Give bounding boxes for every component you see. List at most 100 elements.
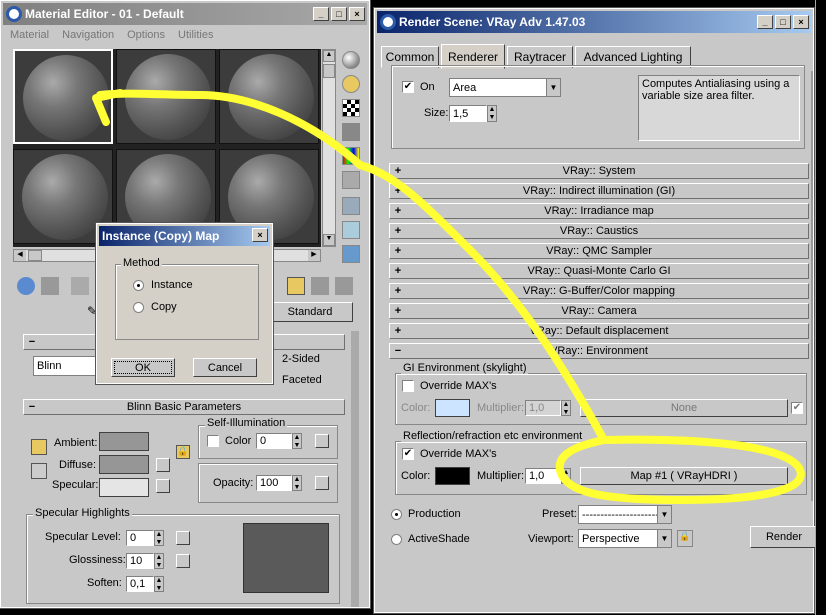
- material-type-button[interactable]: Standard: [267, 302, 353, 322]
- refl-override-checkbox[interactable]: ✔: [402, 448, 414, 460]
- put-to-scene-icon[interactable]: [41, 277, 59, 295]
- scroll-left-icon[interactable]: ◀: [14, 250, 26, 261]
- slots-vscroll[interactable]: ▲ ▼: [322, 49, 336, 247]
- refl-map-button[interactable]: Map #1 ( VRayHDRI ): [580, 467, 788, 485]
- ambient-swatch[interactable]: [99, 432, 149, 451]
- maximize-icon[interactable]: □: [775, 15, 791, 29]
- viewport-dropdown[interactable]: Perspective ▼: [578, 529, 672, 548]
- glossiness-map-button[interactable]: [176, 554, 190, 568]
- soften-spinner[interactable]: ▲ ▼: [154, 576, 164, 592]
- opacity-spinner[interactable]: ▲ ▼: [292, 475, 302, 491]
- backlight-icon[interactable]: [342, 75, 360, 93]
- aa-filter-dropdown[interactable]: Area ▼: [449, 78, 561, 97]
- material-editor-titlebar[interactable]: Material Editor - 01 - Default _ □ ×: [3, 3, 367, 25]
- aa-size-field[interactable]: 1,5: [449, 105, 487, 122]
- self-illum-color-checkbox[interactable]: [207, 435, 219, 447]
- glossiness-spinner[interactable]: ▲ ▼: [154, 553, 164, 569]
- shader-dropdown[interactable]: Blinn: [33, 356, 103, 376]
- rollout-6[interactable]: + VRay:: Quasi-Monte Carlo GI: [389, 263, 809, 279]
- glossiness-field[interactable]: 10: [126, 553, 154, 569]
- make-preview-icon[interactable]: [342, 171, 360, 189]
- assign-to-selection-icon[interactable]: [71, 277, 89, 295]
- lock-icon[interactable]: 🔒: [176, 445, 190, 459]
- lock-viewport-icon[interactable]: 🔒: [677, 530, 693, 547]
- refl-multiplier-field[interactable]: 1,0: [525, 468, 561, 484]
- diffuse-map-button[interactable]: [156, 458, 170, 472]
- render-titlebar[interactable]: Render Scene: VRay Adv 1.47.03 _ □ ×: [377, 11, 811, 33]
- rollout-4[interactable]: + VRay:: Caustics: [389, 223, 809, 239]
- production-radio[interactable]: [391, 509, 402, 520]
- cancel-button[interactable]: Cancel: [193, 358, 257, 377]
- preset-dropdown[interactable]: ---------------------- ▼: [578, 505, 672, 524]
- refl-color-swatch[interactable]: [435, 467, 470, 485]
- blinn-basic-rollout[interactable]: − Blinn Basic Parameters: [23, 399, 345, 415]
- environment-rollout[interactable]: − VRay:: Environment: [389, 343, 809, 359]
- spec-level-spinner[interactable]: ▲ ▼: [154, 530, 164, 546]
- maximize-icon[interactable]: □: [331, 7, 347, 21]
- copy-radio[interactable]: [133, 302, 144, 313]
- spec-level-map-button[interactable]: [176, 531, 190, 545]
- close-icon[interactable]: ×: [793, 15, 809, 29]
- specular-map-button[interactable]: [156, 479, 170, 493]
- gi-map-checkbox[interactable]: ✔: [791, 402, 803, 414]
- self-illum-map-button[interactable]: [315, 434, 329, 448]
- sample-slot-1[interactable]: [13, 49, 113, 144]
- rollout-8[interactable]: + VRay:: Camera: [389, 303, 809, 319]
- rollout-scrollbar[interactable]: [811, 71, 813, 501]
- opacity-field[interactable]: 100: [256, 475, 292, 491]
- menu-options[interactable]: Options: [127, 29, 165, 41]
- show-end-result-icon[interactable]: [287, 277, 305, 295]
- diffuse-swatch[interactable]: [99, 455, 149, 474]
- gi-multiplier-field[interactable]: 1,0: [525, 400, 561, 416]
- gi-map-button[interactable]: None: [580, 399, 788, 417]
- gi-multiplier-spinner[interactable]: ▲ ▼: [561, 400, 571, 416]
- close-icon[interactable]: ×: [349, 7, 365, 21]
- rollout-7[interactable]: + VRay:: G-Buffer/Color mapping: [389, 283, 809, 299]
- gi-color-swatch[interactable]: [435, 399, 470, 417]
- specular-swatch[interactable]: [99, 478, 149, 497]
- minimize-icon[interactable]: _: [757, 15, 773, 29]
- activeshade-radio[interactable]: [391, 534, 402, 545]
- refl-multiplier-spinner[interactable]: ▲ ▼: [561, 468, 571, 484]
- rollout-2[interactable]: + VRay:: Indirect illumination (GI): [389, 183, 809, 199]
- uv-tiling-icon[interactable]: [342, 123, 360, 141]
- video-color-check-icon[interactable]: [342, 147, 360, 165]
- options-icon[interactable]: [342, 197, 360, 215]
- sample-slot-3[interactable]: [219, 49, 319, 144]
- go-to-parent-icon[interactable]: [311, 277, 329, 295]
- menu-material[interactable]: Material: [10, 29, 49, 41]
- rollout-scrollbar[interactable]: [351, 331, 359, 607]
- instance-radio[interactable]: [133, 280, 144, 291]
- opacity-map-button[interactable]: [315, 476, 329, 490]
- rollout-9[interactable]: + VRay:: Default displacement: [389, 323, 809, 339]
- instance-dialog-titlebar[interactable]: Instance (Copy) Map ×: [99, 226, 270, 246]
- background-checker-icon[interactable]: [342, 99, 360, 117]
- ok-button[interactable]: OK: [111, 358, 175, 377]
- dialog-close-icon[interactable]: ×: [252, 228, 268, 242]
- scroll-thumb[interactable]: [323, 64, 335, 78]
- menu-utilities[interactable]: Utilities: [178, 29, 213, 41]
- scroll-up-icon[interactable]: ▲: [323, 50, 335, 62]
- self-illum-spinner[interactable]: ▲ ▼: [292, 433, 302, 449]
- select-by-material-icon[interactable]: [342, 221, 360, 239]
- sample-slot-2[interactable]: [116, 49, 216, 144]
- self-illum-value[interactable]: 0: [256, 433, 292, 449]
- minimize-icon[interactable]: _: [313, 7, 329, 21]
- scroll-down-icon[interactable]: ▼: [323, 234, 335, 246]
- rollout-5[interactable]: + VRay:: QMC Sampler: [389, 243, 809, 259]
- aa-size-spinner[interactable]: ▲ ▼: [487, 105, 497, 122]
- aa-on-checkbox[interactable]: ✔: [402, 81, 414, 93]
- lock-specular-icon[interactable]: [31, 463, 47, 479]
- go-forward-sibling-icon[interactable]: [335, 277, 353, 295]
- soften-field[interactable]: 0,1: [126, 576, 154, 592]
- sample-type-icon[interactable]: [342, 51, 360, 69]
- get-material-icon[interactable]: [17, 277, 35, 295]
- scroll-right-icon[interactable]: ▶: [308, 250, 320, 261]
- render-button[interactable]: Render: [750, 526, 818, 548]
- rollout-3[interactable]: + VRay:: Irradiance map: [389, 203, 809, 219]
- gi-override-checkbox[interactable]: [402, 380, 414, 392]
- lock-ambient-icon[interactable]: [31, 439, 47, 455]
- spec-level-field[interactable]: 0: [126, 530, 154, 546]
- material-map-navigator-icon[interactable]: [342, 245, 360, 263]
- rollout-1[interactable]: + VRay:: System: [389, 163, 809, 179]
